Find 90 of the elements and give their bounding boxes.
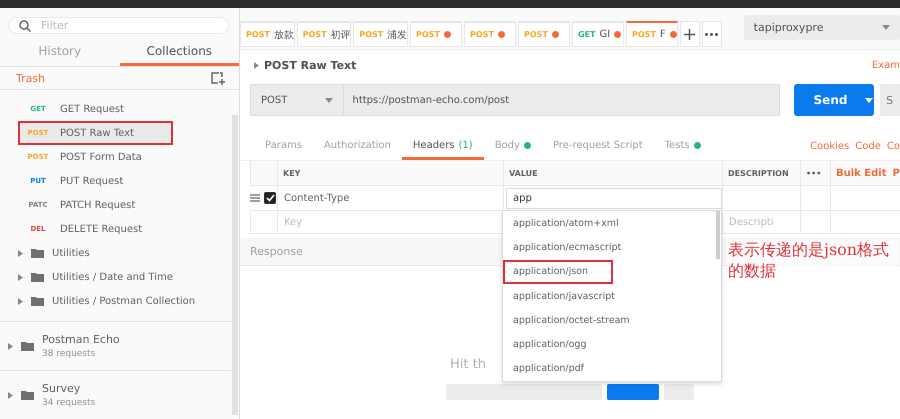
filter-box[interactable]: Filter bbox=[8, 17, 229, 34]
suggestion-item[interactable]: application/octet-stream bbox=[503, 308, 721, 332]
folder-icon bbox=[31, 248, 44, 258]
folder-item[interactable]: Utilities bbox=[0, 241, 231, 265]
expand-icon bbox=[8, 342, 13, 350]
folder-icon bbox=[21, 341, 34, 351]
method-label: POST bbox=[302, 30, 327, 39]
scrollbar[interactable] bbox=[232, 115, 238, 415]
request-name: POST Form Data bbox=[60, 152, 142, 162]
scrollbar[interactable] bbox=[716, 211, 720, 259]
url-field[interactable]: https://postman-echo.com/post bbox=[344, 84, 780, 116]
send-button[interactable]: Send bbox=[794, 84, 874, 116]
request-count: 38 requests bbox=[42, 349, 96, 359]
folder-icon bbox=[31, 272, 44, 282]
link[interactable]: Co bbox=[886, 141, 900, 152]
request-name: PUT Request bbox=[60, 176, 124, 186]
plus-icon bbox=[684, 28, 696, 40]
checkbox[interactable] bbox=[264, 192, 276, 204]
folder-name: Utilities / Postman Collection bbox=[52, 296, 196, 306]
folder-name: Utilities / Date and Time bbox=[52, 272, 173, 282]
expand-icon bbox=[8, 392, 13, 398]
search-icon bbox=[19, 20, 31, 32]
tab-title: 浦发 bbox=[387, 28, 408, 42]
header-count: (1) bbox=[458, 140, 473, 150]
request-tab[interactable]: POST F bbox=[626, 21, 678, 47]
folder-item[interactable]: Utilities / Date and Time bbox=[0, 265, 231, 289]
suggestion-item[interactable]: application/pdf bbox=[503, 356, 721, 381]
folder-item[interactable]: Utilities / Postman Collection bbox=[0, 289, 231, 313]
request-name: POST Raw Text bbox=[60, 128, 134, 138]
method-label: POST bbox=[359, 30, 384, 39]
suggestion-item[interactable]: application/javascript bbox=[503, 284, 721, 308]
save-button[interactable]: S bbox=[880, 84, 900, 116]
tab-title: 初评 bbox=[330, 28, 351, 42]
collection-item[interactable]: Survey 34 requests bbox=[0, 370, 231, 419]
examples-link[interactable]: Exam bbox=[872, 60, 900, 70]
request-title: POST Raw Text bbox=[254, 58, 356, 72]
method-select[interactable]: POST bbox=[250, 84, 344, 116]
method-label: POST bbox=[470, 30, 494, 39]
input-field[interactable] bbox=[446, 384, 602, 400]
environment-select[interactable]: tapiproxypre bbox=[744, 15, 900, 40]
new-collection-icon[interactable] bbox=[211, 72, 225, 85]
link[interactable]: Code bbox=[855, 141, 881, 152]
caret-icon bbox=[325, 98, 334, 102]
suggestion-item[interactable]: application/atom+xml bbox=[503, 211, 721, 236]
folder-icon bbox=[31, 296, 44, 306]
more-button[interactable] bbox=[702, 21, 722, 47]
response-hint: Hit th bbox=[450, 357, 486, 372]
caret-icon bbox=[882, 25, 890, 30]
expand-icon bbox=[18, 250, 23, 256]
method-label: POST bbox=[246, 30, 270, 39]
request-tab[interactable]: POST 初评 bbox=[296, 21, 352, 47]
link[interactable]: Cookies bbox=[810, 141, 850, 152]
filter-field[interactable]: Filter bbox=[39, 18, 218, 34]
column-header: VALUE bbox=[503, 161, 722, 185]
request-name: DELETE Request bbox=[60, 224, 142, 234]
new-tab-button[interactable] bbox=[680, 21, 700, 47]
expand-icon bbox=[254, 62, 259, 68]
expand-icon bbox=[18, 274, 23, 280]
column-header: DESCRIPTION bbox=[722, 161, 800, 185]
expand-icon bbox=[18, 298, 23, 304]
value-field[interactable]: app bbox=[506, 188, 722, 208]
tab-title: F bbox=[660, 29, 666, 40]
method-label: GET bbox=[578, 30, 596, 39]
folder-name: Utilities bbox=[52, 248, 90, 258]
request-tab[interactable]: POST 浦发 bbox=[353, 21, 408, 47]
request-tab[interactable]: POST 放款 bbox=[240, 21, 295, 47]
caret-icon bbox=[865, 98, 874, 102]
request-count: 34 requests bbox=[42, 398, 96, 408]
tab-title: GI bbox=[600, 29, 610, 40]
folder-icon bbox=[21, 390, 34, 400]
column-header: KEY bbox=[277, 161, 503, 185]
request-name: GET Request bbox=[60, 104, 124, 114]
request-tab[interactable]: GET GI bbox=[572, 21, 624, 47]
table-cell: Content-Type bbox=[277, 186, 503, 210]
more-button[interactable]: ••• bbox=[800, 161, 830, 185]
collection-name: Postman Echo bbox=[42, 333, 120, 346]
suggestion-item[interactable]: application/ecmascript bbox=[503, 235, 721, 260]
sidebar-tab[interactable]: Collections bbox=[120, 38, 239, 66]
more-icon bbox=[705, 32, 718, 36]
method-label: POST bbox=[632, 30, 656, 39]
drag-handle-icon[interactable] bbox=[250, 194, 260, 202]
tab-title: 放款 bbox=[274, 28, 294, 42]
response-title: Response bbox=[250, 245, 303, 258]
suggestion-item[interactable]: application/ogg bbox=[503, 332, 721, 357]
suggestion-item[interactable]: application/json bbox=[503, 260, 613, 284]
method-label: POST bbox=[524, 30, 548, 39]
request-name: PATCH Request bbox=[60, 200, 136, 210]
collection-name: Survey bbox=[42, 382, 82, 395]
method-label: POST bbox=[416, 30, 440, 39]
collection-item[interactable]: Postman Echo 38 requests bbox=[0, 321, 231, 370]
